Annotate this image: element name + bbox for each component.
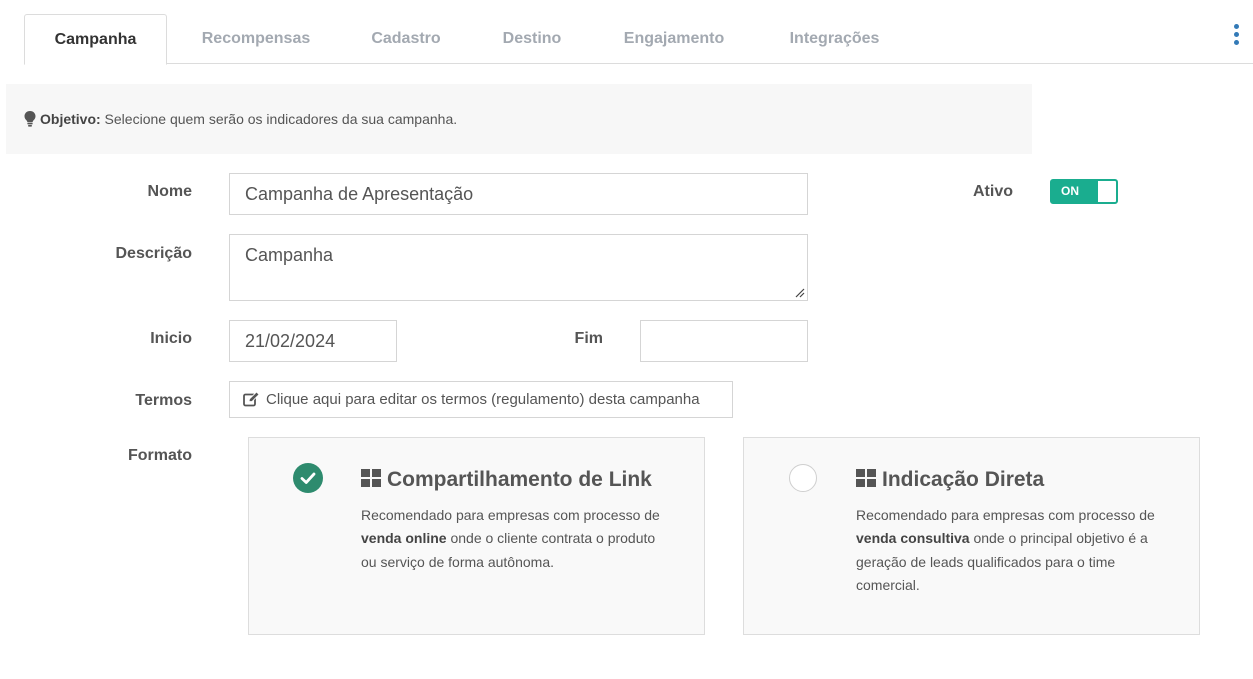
format-description: Recomendado para empresas com processo d…: [856, 504, 1166, 597]
nome-label: Nome: [147, 183, 192, 200]
format-title: Indicação Direta: [856, 468, 1044, 492]
inicio-label: Inicio: [150, 330, 192, 347]
tab-recompensas[interactable]: Recompensas: [186, 14, 326, 64]
grid-icon: [856, 469, 876, 487]
radio-unselected[interactable]: [789, 464, 817, 492]
descricao-value: Campanha: [245, 245, 334, 265]
tab-integracoes[interactable]: Integrações: [772, 14, 897, 64]
lightbulb-icon: [24, 111, 36, 127]
ativo-toggle[interactable]: ON: [1050, 179, 1118, 204]
format-title-text: Compartilhamento de Link: [387, 468, 652, 491]
tab-bar: Campanha Recompensas Cadastro Destino En…: [24, 14, 1253, 65]
tab-engajamento[interactable]: Engajamento: [609, 14, 739, 64]
format-desc-bold: venda online: [361, 530, 447, 547]
termos-label: Termos: [135, 392, 192, 409]
descricao-textarea[interactable]: Campanha: [229, 234, 808, 301]
tab-destino[interactable]: Destino: [487, 14, 577, 64]
objective-description: Selecione quem serão os indicadores da s…: [100, 111, 458, 127]
format-desc-pre: Recomendado para empresas com processo d…: [856, 507, 1155, 523]
grid-icon: [361, 469, 381, 487]
edit-terms-button[interactable]: Clique aqui para editar os termos (regul…: [229, 381, 733, 418]
objective-label: Objetivo:: [40, 111, 101, 127]
edit-terms-label: Clique aqui para editar os termos (regul…: [266, 391, 700, 408]
format-desc-bold: venda consultiva: [856, 530, 970, 547]
tab-cadastro[interactable]: Cadastro: [356, 14, 456, 64]
format-card-link-sharing[interactable]: Compartilhamento de Link Recomendado par…: [248, 437, 705, 635]
formato-label: Formato: [128, 447, 192, 464]
format-desc-pre: Recomendado para empresas com processo d…: [361, 507, 660, 523]
radio-selected[interactable]: [293, 463, 323, 493]
objective-note: Objetivo: Selecione quem serão os indica…: [6, 84, 1032, 154]
kebab-menu-icon[interactable]: [1231, 24, 1241, 48]
edit-icon: [243, 392, 260, 407]
check-icon: [300, 472, 316, 484]
nome-input[interactable]: Campanha de Apresentação: [229, 173, 808, 215]
descricao-label: Descrição: [115, 245, 193, 262]
format-title-text: Indicação Direta: [882, 468, 1045, 491]
fim-label: Fim: [574, 330, 603, 347]
toggle-on-label: ON: [1052, 181, 1098, 202]
fim-date-input[interactable]: [640, 320, 808, 362]
format-title: Compartilhamento de Link: [361, 468, 652, 492]
inicio-date-input[interactable]: 21/02/2024: [229, 320, 397, 362]
tab-campanha[interactable]: Campanha: [24, 14, 167, 65]
format-card-direct-referral[interactable]: Indicação Direta Recomendado para empres…: [743, 437, 1200, 635]
ativo-label: Ativo: [973, 183, 1013, 200]
objective-text: Objetivo: Selecione quem serão os indica…: [40, 111, 457, 127]
resize-handle-icon[interactable]: [795, 288, 805, 298]
format-description: Recomendado para empresas com processo d…: [361, 504, 671, 574]
